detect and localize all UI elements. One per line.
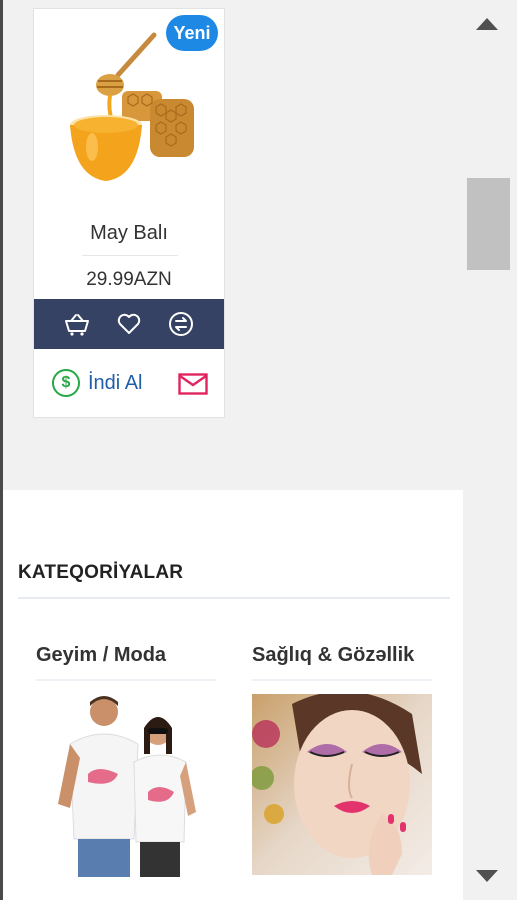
makeup-face-image[interactable]	[252, 694, 432, 875]
dollar-icon: $	[52, 369, 80, 397]
scroll-thumb[interactable]	[467, 178, 510, 270]
vertical-scrollbar[interactable]	[463, 0, 517, 900]
buy-now-button[interactable]: $ İndi Al	[52, 369, 142, 397]
compare-icon[interactable]	[168, 311, 194, 337]
couple-tshirts-image[interactable]	[52, 692, 202, 877]
category-underline	[252, 679, 432, 681]
product-price: 29.99AZN	[86, 269, 172, 290]
scroll-down-arrow-icon[interactable]	[476, 870, 498, 882]
categories-divider	[18, 597, 450, 599]
category-underline	[36, 679, 216, 681]
buy-now-label: İndi Al	[88, 371, 143, 394]
product-name[interactable]: May Balı	[34, 222, 224, 245]
categories-title: KATEQORİYALAR	[18, 562, 184, 583]
category-label[interactable]: Sağlıq & Gözəllik	[252, 644, 432, 667]
category-label[interactable]: Geyim / Moda	[36, 644, 216, 667]
scroll-up-arrow-icon[interactable]	[476, 18, 498, 30]
category-health-beauty[interactable]: Sağlıq & Gözəllik	[252, 644, 432, 681]
honey-image[interactable]	[52, 29, 212, 189]
heart-icon[interactable]	[116, 311, 142, 337]
mail-icon[interactable]	[178, 373, 208, 395]
product-card[interactable]: Yeni May Balı 29.99AZN $ İndi Al	[33, 8, 225, 418]
product-action-bar	[34, 299, 224, 349]
cart-icon[interactable]	[64, 311, 90, 337]
name-divider	[82, 255, 178, 256]
category-clothing[interactable]: Geyim / Moda	[36, 644, 216, 681]
